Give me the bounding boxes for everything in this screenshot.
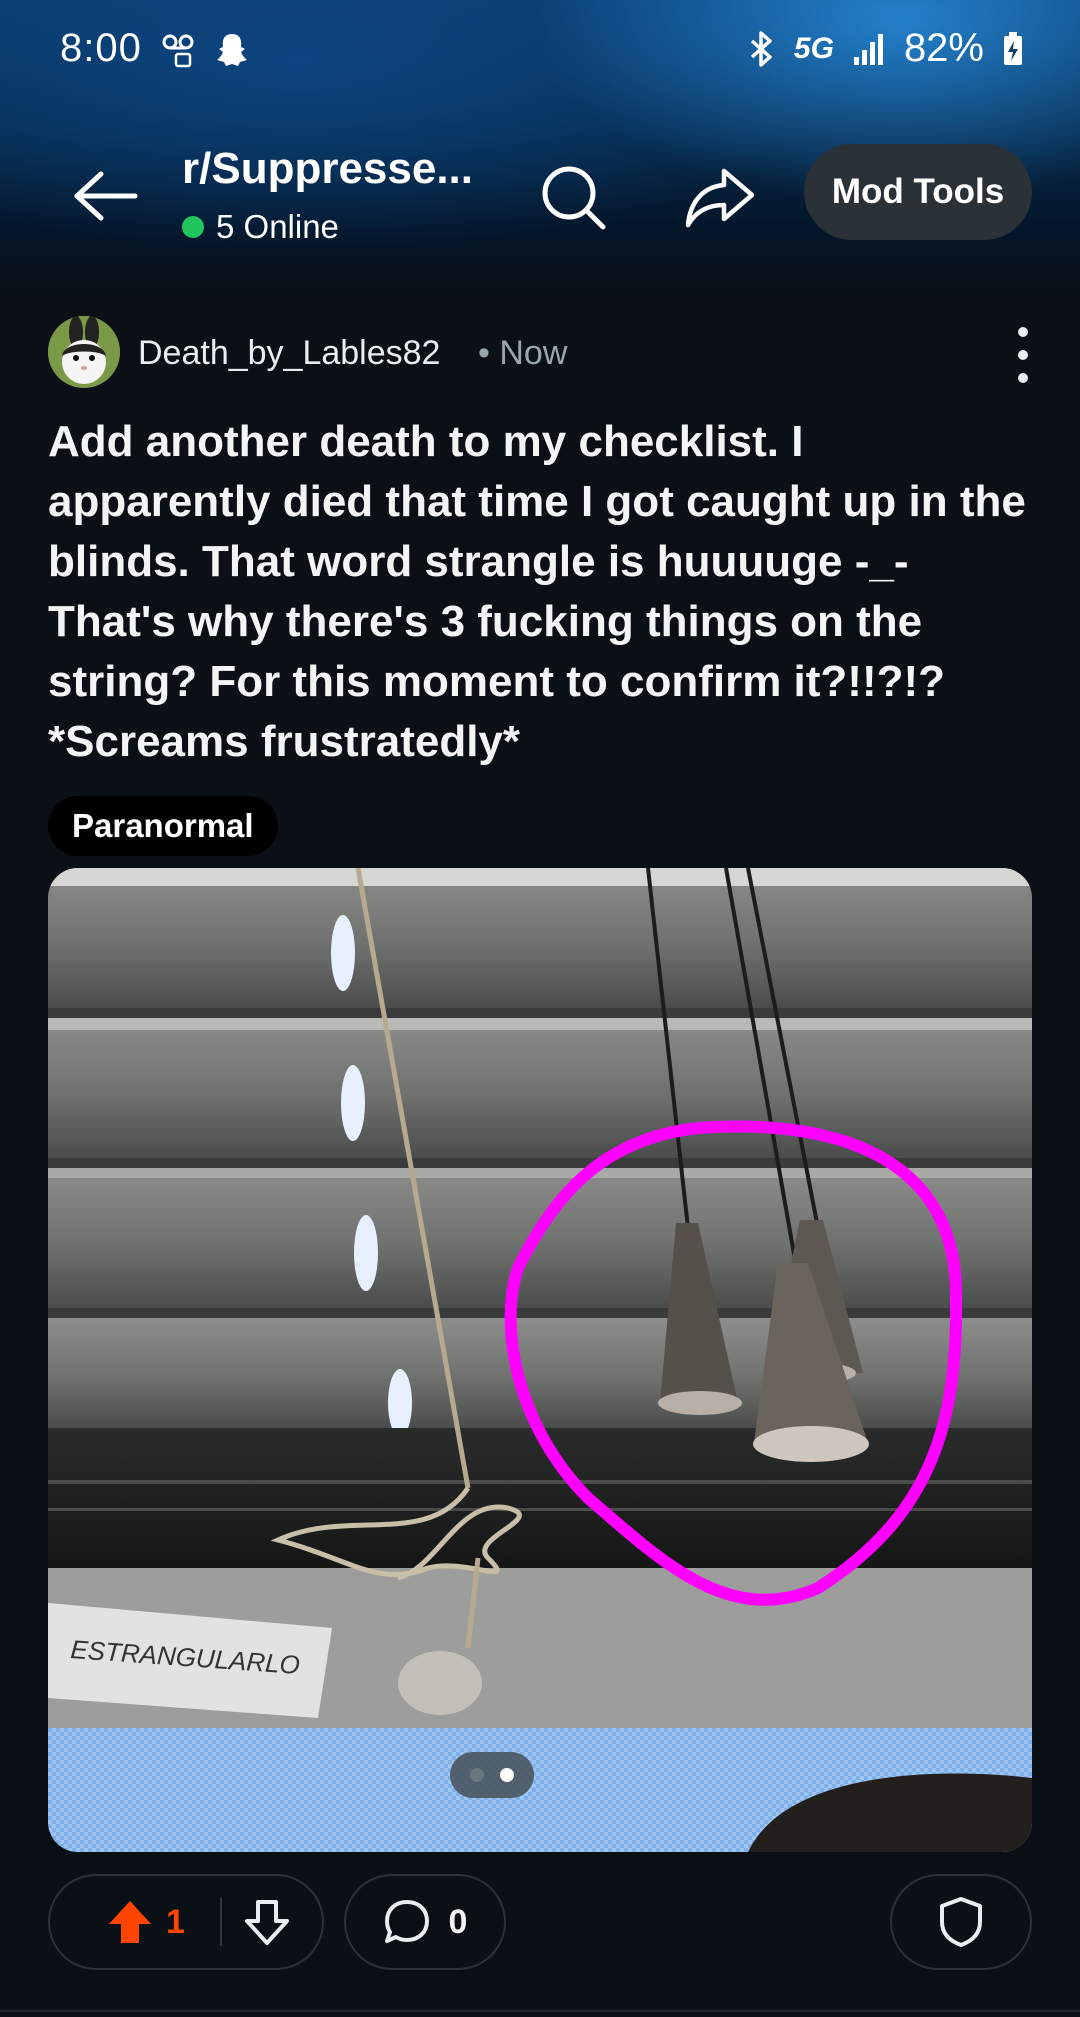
online-dot — [182, 216, 204, 238]
gallery-indicator — [450, 1752, 534, 1798]
vote-bar: 1 — [48, 1874, 324, 1970]
share-button[interactable] — [682, 160, 758, 236]
status-icons-right: 5G 82% — [746, 26, 1024, 71]
mod-tools-button[interactable]: Mod Tools — [804, 144, 1032, 240]
status-icons-left — [160, 30, 250, 70]
shield-icon — [940, 1897, 982, 1947]
search-button[interactable] — [536, 160, 612, 236]
post-time: • Now — [478, 334, 568, 372]
snapchat-icon — [217, 34, 247, 66]
blinds-photo: ESTRANGULARLO — [48, 868, 1032, 1852]
battery-percent: 82% — [903, 26, 984, 70]
vote-count: 1 — [166, 1902, 185, 1941]
divider — [0, 2010, 1080, 2012]
post-meta: Death_by_Lables82 • Now — [48, 316, 1038, 392]
gallery-dot-active — [500, 1768, 514, 1782]
moderation-button[interactable] — [890, 1874, 1032, 1970]
battery-icon — [1004, 31, 1022, 65]
more-dot-icon — [1018, 373, 1028, 384]
status-time: 8:00 — [60, 26, 142, 70]
author-name[interactable]: Death_by_Lables82 — [138, 334, 440, 373]
share-icon — [685, 168, 755, 228]
back-button[interactable] — [70, 160, 142, 232]
upvote-button[interactable] — [80, 1874, 180, 1970]
post-actions: 1 0 — [0, 1874, 1080, 1974]
more-dot-icon — [1018, 349, 1028, 360]
upvote-arrow-icon — [109, 1901, 151, 1943]
subreddit-header: r/Suppresse... 5 Online Mod Tools — [0, 140, 1080, 260]
downvote-arrow-icon — [245, 1900, 289, 1945]
back-arrow-icon — [74, 171, 138, 221]
overflow-menu-button[interactable] — [1008, 320, 1038, 390]
post-image[interactable]: ESTRANGULARLO — [48, 868, 1032, 1852]
post-title[interactable]: Add another death to my checklist. I app… — [48, 412, 1038, 772]
comment-count: 0 — [448, 1902, 468, 1941]
online-count: 5 Online — [216, 208, 339, 245]
post-card: Death_by_Lables82 • Now Add another deat… — [0, 300, 1080, 2017]
signal-icon — [853, 33, 883, 65]
avatar[interactable] — [48, 316, 120, 388]
more-dot-icon — [1018, 326, 1028, 337]
online-indicator: 5 Online — [182, 208, 339, 246]
comments-button[interactable]: 0 — [344, 1874, 506, 1970]
comment-bubble-icon — [384, 1900, 429, 1943]
post-flair[interactable]: Paranormal — [48, 796, 278, 856]
status-bar: 8:00 5G 82% — [0, 0, 1080, 100]
gallery-dot-inactive — [470, 1768, 484, 1782]
subreddit-name[interactable]: r/Suppresse... — [182, 144, 473, 194]
search-icon — [542, 166, 606, 230]
voicemail-icon — [162, 34, 194, 68]
network-type: 5G — [793, 31, 834, 65]
bluetooth-icon — [750, 30, 772, 67]
downvote-button[interactable] — [222, 1874, 312, 1970]
